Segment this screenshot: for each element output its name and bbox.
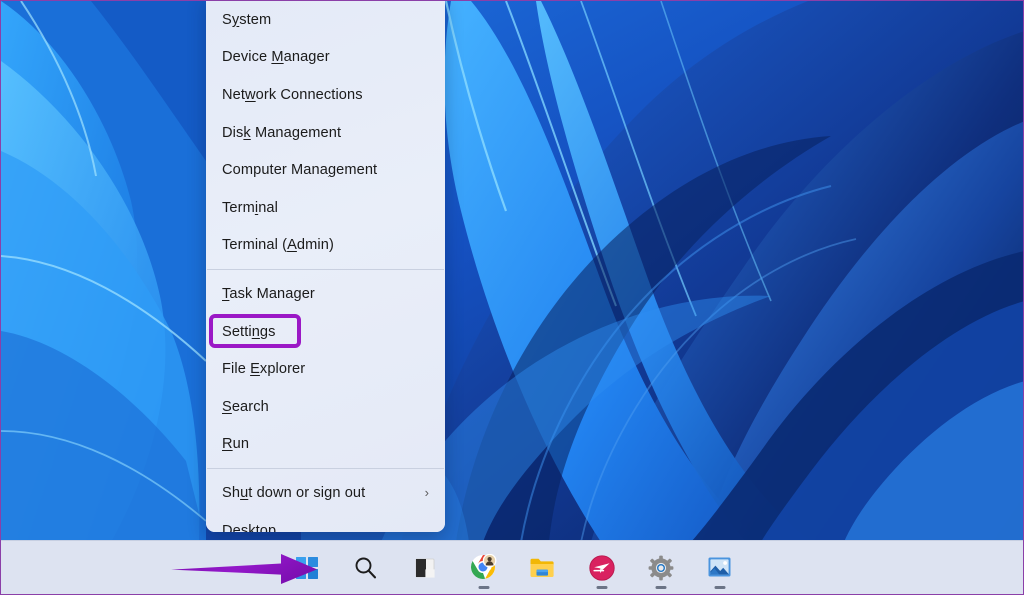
menu-item-task-manager[interactable]: Task Manager [206, 275, 445, 313]
menu-item-shut-down[interactable]: Shut down or sign out› [206, 474, 445, 512]
menu-item-device-manager[interactable]: Device Manager [206, 39, 445, 77]
menu-item-computer-management[interactable]: Computer Management [206, 151, 445, 189]
menu-item-system[interactable]: System [206, 1, 445, 39]
menu-item-desktop[interactable]: Desktop [206, 512, 445, 532]
windows-start-icon [295, 556, 319, 580]
menu-item-disk-management[interactable]: Disk Management [206, 114, 445, 152]
menu-item-label: Settings [222, 324, 433, 340]
menu-item-label: Task Manager [222, 286, 433, 302]
photos-running-indicator [714, 586, 725, 589]
taskbar-icon-group [287, 548, 740, 588]
menu-item-label: File Explorer [222, 361, 433, 377]
menu-item-search[interactable]: Search [206, 388, 445, 426]
menu-item-settings[interactable]: Settings [206, 313, 445, 351]
task-view-icon [413, 556, 437, 580]
search-icon [353, 555, 378, 580]
wallpaper-artwork [1, 1, 1024, 542]
mail-app-running-indicator [596, 586, 607, 589]
menu-item-label: Terminal [222, 200, 433, 216]
menu-item-label: Shut down or sign out [222, 485, 425, 501]
chrome-running-indicator [478, 586, 489, 589]
taskbar[interactable] [1, 540, 1024, 594]
chevron-right-icon: › [425, 486, 433, 499]
desktop-wallpaper [1, 1, 1024, 542]
menu-item-network-connections[interactable]: Network Connections [206, 76, 445, 114]
menu-item-terminal[interactable]: Terminal [206, 189, 445, 227]
menu-item-label: Desktop [222, 523, 433, 532]
menu-item-label: Network Connections [222, 87, 433, 103]
photos-icon [707, 555, 732, 580]
mail-app-icon [589, 555, 615, 581]
menu-item-label: Device Manager [222, 49, 433, 65]
menu-separator [207, 468, 444, 469]
taskbar-search-button[interactable] [346, 548, 386, 588]
taskbar-mail-app-button[interactable] [582, 548, 622, 588]
taskbar-settings-button[interactable] [641, 548, 681, 588]
menu-items-container: System Device Manager Network Connections D… [206, 0, 445, 532]
taskbar-file-explorer-button[interactable] [523, 548, 563, 588]
menu-separator [207, 269, 444, 270]
menu-item-terminal-admin[interactable]: Terminal (Admin) [206, 227, 445, 265]
menu-item-run[interactable]: Run [206, 426, 445, 464]
menu-item-label: Search [222, 399, 433, 415]
menu-item-file-explorer[interactable]: File Explorer [206, 350, 445, 388]
taskbar-task-view-button[interactable] [405, 548, 445, 588]
windows-desktop-screenshot: System Device Manager Network Connections D… [0, 0, 1024, 595]
taskbar-photos-button[interactable] [700, 548, 740, 588]
win-x-power-user-menu[interactable]: System Device Manager Network Connections D… [206, 0, 445, 532]
chrome-icon [470, 554, 497, 581]
settings-gear-icon [648, 555, 674, 581]
file-explorer-icon [529, 556, 556, 580]
menu-item-label: Computer Management [222, 162, 433, 178]
menu-item-label: Terminal (Admin) [222, 237, 433, 253]
menu-item-label: System [222, 12, 433, 28]
settings-running-indicator [655, 586, 666, 589]
taskbar-chrome-button[interactable] [464, 548, 504, 588]
taskbar-start-button[interactable] [287, 548, 327, 588]
menu-item-label: Disk Management [222, 125, 433, 141]
menu-item-label: Run [222, 436, 433, 452]
